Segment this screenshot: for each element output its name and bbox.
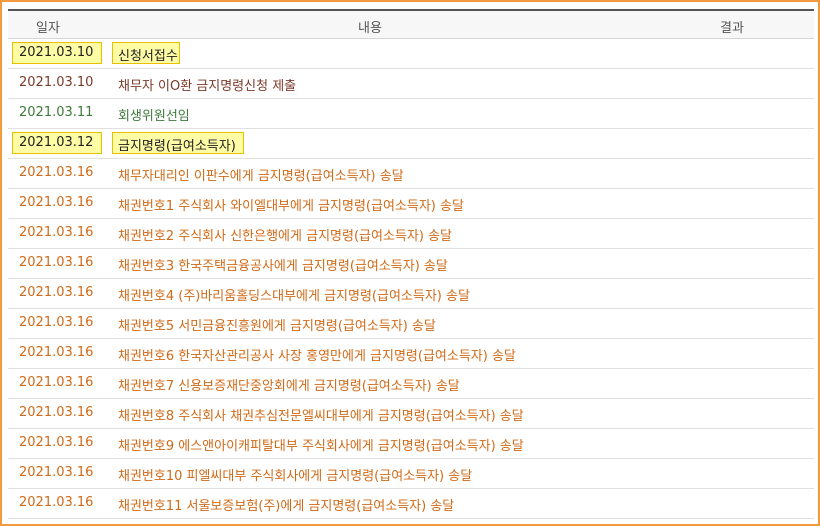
- header-content: 내용: [358, 21, 382, 36]
- table-row: 2021.03.16 채권번호6 한국자산관리공사 사장 홍영만에게 금지명령(급…: [8, 339, 814, 369]
- table-row: 2021.03.12 금지명령(급여소득자): [8, 129, 814, 159]
- table-row: 2021.03.16 채무자대리인 이판수에게 금지명령(급여소득자) 송달: [8, 159, 814, 189]
- table-header: 일자 내용 결과: [8, 9, 814, 39]
- row-date: 2021.03.10: [19, 75, 94, 90]
- table-row: 2021.03.10 채무자 이O환 금지명령신청 제출: [8, 69, 814, 99]
- table-row: 2021.03.16 채권번호1 주식회사 와이엘대부에게 금지명령(급여소득자)…: [8, 189, 814, 219]
- row-date: 2021.03.16: [19, 375, 94, 390]
- row-date: 2021.03.16: [19, 345, 94, 360]
- row-content: 채권번호7 신용보증재단중앙회에게 금지명령(급여소득자) 송달: [118, 379, 460, 394]
- row-content: 채권번호4 (주)바리움홀딩스대부에게 금지명령(급여소득자) 송달: [118, 289, 470, 304]
- row-content: 채권번호8 주식회사 채권추심전문엘씨대부에게 금지명령(급여소득자) 송달: [118, 409, 524, 424]
- row-date: 2021.03.16: [19, 465, 94, 480]
- table-row: 2021.03.11 회생위원선임: [8, 99, 814, 129]
- table-row: 2021.03.16 채권번호7 신용보증재단중앙회에게 금지명령(급여소득자) …: [8, 369, 814, 399]
- table-row: 2021.03.16 채권번호3 한국주택금융공사에게 금지명령(급여소득자) 송…: [8, 249, 814, 279]
- case-history-table: 일자 내용 결과 2021.03.10 신청서접수 2021.03.10 채무자 이O…: [8, 9, 814, 519]
- row-date: 2021.03.16: [19, 435, 94, 450]
- table-row: 2021.03.16 채권번호5 서민금융진흥원에게 금지명령(급여소득자) 송달: [8, 309, 814, 339]
- row-date: 2021.03.16: [19, 165, 94, 180]
- row-date: 2021.03.16: [19, 195, 94, 210]
- table-row: 2021.03.16 채권번호9 에스앤아이캐피탈대부 주식회사에게 금지명령(급…: [8, 429, 814, 459]
- row-content: 금지명령(급여소득자): [118, 139, 236, 154]
- header-result: 결과: [720, 21, 744, 36]
- row-content: 채권번호2 주식회사 신한은행에게 금지명령(급여소득자) 송달: [118, 229, 452, 244]
- header-date: 일자: [36, 21, 60, 36]
- row-content: 채권번호9 에스앤아이캐피탈대부 주식회사에게 금지명령(급여소득자) 송달: [118, 439, 524, 454]
- table-row: 2021.03.16 채권번호8 주식회사 채권추심전문엘씨대부에게 금지명령(급…: [8, 399, 814, 429]
- row-content: 회생위원선임: [118, 109, 190, 124]
- row-content: 채권번호5 서민금융진흥원에게 금지명령(급여소득자) 송달: [118, 319, 436, 334]
- row-date: 2021.03.16: [19, 315, 94, 330]
- table-row: 2021.03.16 채권번호10 피엘씨대부 주식회사에게 금지명령(급여소득자…: [8, 459, 814, 489]
- row-date: 2021.03.16: [19, 285, 94, 300]
- table-row: 2021.03.16 채권번호4 (주)바리움홀딩스대부에게 금지명령(급여소득자…: [8, 279, 814, 309]
- row-date: 2021.03.16: [19, 405, 94, 420]
- row-content: 신청서접수: [118, 49, 178, 64]
- row-content: 채무자대리인 이판수에게 금지명령(급여소득자) 송달: [118, 169, 404, 184]
- row-content: 채권번호10 피엘씨대부 주식회사에게 금지명령(급여소득자) 송달: [118, 469, 473, 484]
- table-body: 2021.03.10 신청서접수 2021.03.10 채무자 이O환 금지명령신청 …: [8, 39, 814, 519]
- table-row: 2021.03.16 채권번호2 주식회사 신한은행에게 금지명령(급여소득자) …: [8, 219, 814, 249]
- row-date: 2021.03.16: [19, 255, 94, 270]
- table-row: 2021.03.10 신청서접수: [8, 39, 814, 69]
- row-content: 채권번호1 주식회사 와이엘대부에게 금지명령(급여소득자) 송달: [118, 199, 464, 214]
- row-content: 채무자 이O환 금지명령신청 제출: [118, 79, 297, 94]
- row-date: 2021.03.16: [19, 495, 94, 510]
- screenshot-frame: 일자 내용 결과 2021.03.10 신청서접수 2021.03.10 채무자 이O…: [0, 0, 820, 526]
- row-date: 2021.03.12: [19, 135, 94, 150]
- row-date: 2021.03.11: [19, 105, 94, 120]
- row-date: 2021.03.10: [19, 45, 94, 60]
- row-content: 채권번호11 서울보증보험(주)에게 금지명령(급여소득자) 송달: [118, 499, 455, 514]
- row-content: 채권번호3 한국주택금융공사에게 금지명령(급여소득자) 송달: [118, 259, 448, 274]
- table-row: 2021.03.16 채권번호11 서울보증보험(주)에게 금지명령(급여소득자)…: [8, 489, 814, 519]
- row-content: 채권번호6 한국자산관리공사 사장 홍영만에게 금지명령(급여소득자) 송달: [118, 349, 516, 364]
- row-date: 2021.03.16: [19, 225, 94, 240]
